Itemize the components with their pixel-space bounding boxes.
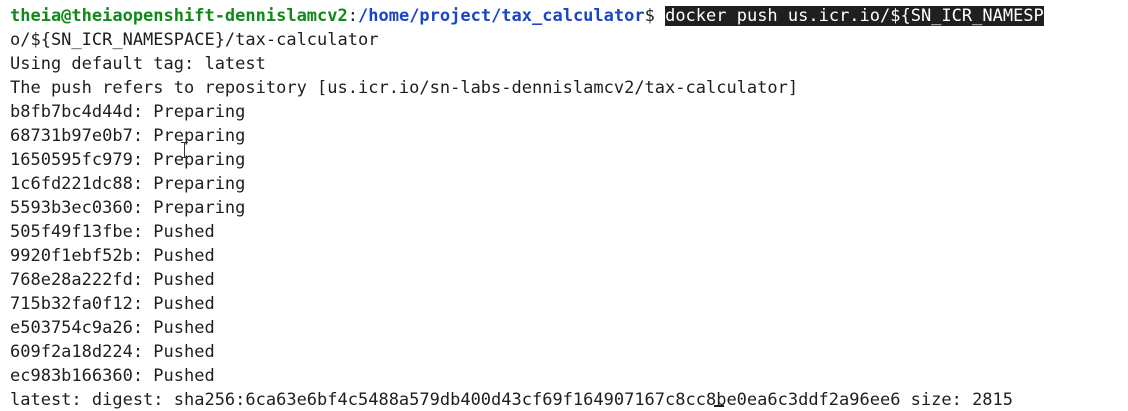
layer-line: 5593b3ec0360: Preparing xyxy=(10,198,246,218)
prompt-line: theia@theiaopenshift-dennislamcv2:/home/… xyxy=(0,4,1128,28)
layer-line: e503754c9a26: Pushed xyxy=(10,318,215,338)
layer-line: 715b32fa0f12: Pushed xyxy=(10,294,215,314)
terminal-output[interactable]: theia@theiaopenshift-dennislamcv2:/home/… xyxy=(0,0,1128,411)
repository-line: The push refers to repository [us.icr.io… xyxy=(10,78,799,98)
mouse-ibeam-cursor-icon xyxy=(181,142,188,158)
prompt-user-host: theia@theiaopenshift-dennislamcv2 xyxy=(10,6,348,26)
layer-line: ec983b166360: Pushed xyxy=(10,366,215,386)
layer-line: 609f2a18d224: Pushed xyxy=(10,342,215,362)
command-text-selected[interactable]: docker push us.icr.io/${SN_ICR_NAMESP xyxy=(665,6,1044,26)
digest-line: latest: digest: sha256:6ca63e6bf4c5488a5… xyxy=(10,390,1014,410)
command-wrap-line: o/${SN_ICR_NAMESPACE}/tax-calculator xyxy=(10,30,379,50)
prompt-path: /home/project/tax_calculator xyxy=(358,6,645,26)
prompt-symbol: $ xyxy=(644,6,666,26)
layer-line: 1650595fc979: Preparing xyxy=(10,150,246,170)
default-tag-line: Using default tag: latest xyxy=(10,54,266,74)
layer-line: 1c6fd221dc88: Preparing xyxy=(10,174,246,194)
layer-line: 68731b97e0b7: Preparing xyxy=(10,126,246,146)
layer-line: 505f49f13fbe: Pushed xyxy=(10,222,215,242)
prompt-separator: : xyxy=(347,6,359,26)
layer-line: 768e28a222fd: Pushed xyxy=(10,270,215,290)
text-caret-icon xyxy=(714,405,724,407)
layer-line: b8fb7bc4d44d: Preparing xyxy=(10,102,246,122)
layer-line: 9920f1ebf52b: Pushed xyxy=(10,246,215,266)
